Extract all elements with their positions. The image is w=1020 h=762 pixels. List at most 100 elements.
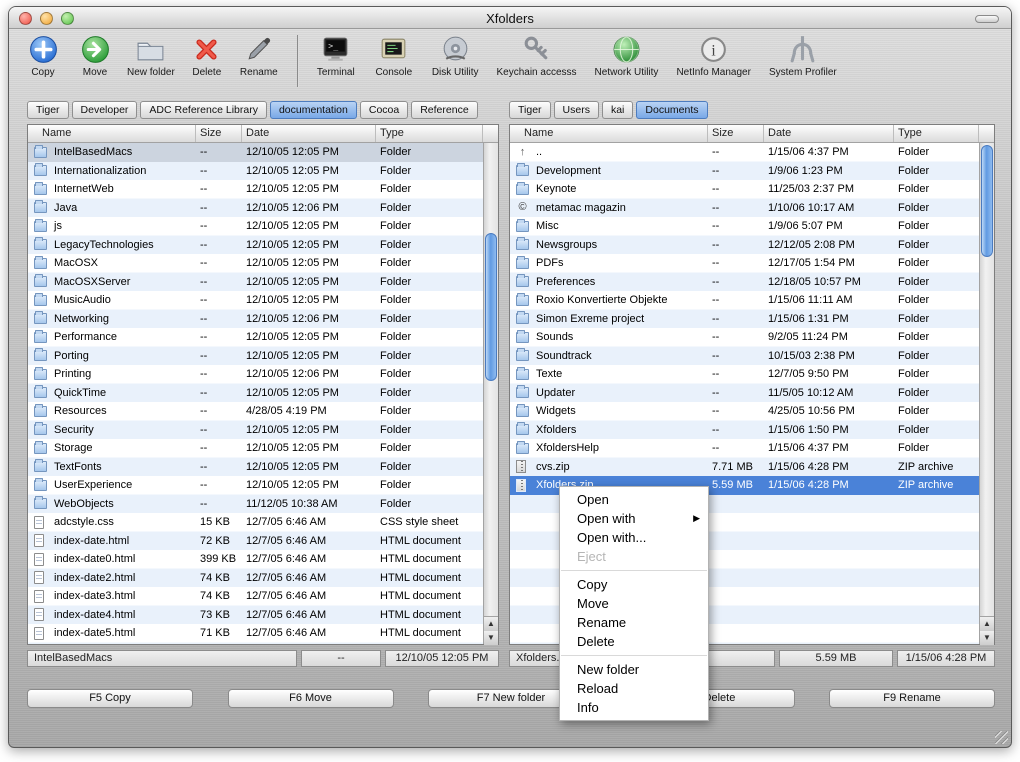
menu-item-rename[interactable]: Rename	[560, 613, 708, 632]
menu-item-open-with[interactable]: Open with...	[560, 528, 708, 547]
file-row[interactable]: index-date.html 72 KB 12/7/05 6:46 AM HTML …	[28, 532, 483, 551]
file-row[interactable]: Preferences -- 12/18/05 10:57 PM Folder	[510, 273, 979, 292]
menu-item-reload[interactable]: Reload	[560, 679, 708, 698]
file-row[interactable]: Newsgroups -- 12/12/05 2:08 PM Folder	[510, 236, 979, 255]
toolbar-copy-button[interactable]: Copy	[23, 33, 63, 78]
file-row[interactable]: Misc -- 1/9/06 5:07 PM Folder	[510, 217, 979, 236]
path-button-tiger[interactable]: Tiger	[509, 101, 551, 119]
file-row[interactable]: Performance -- 12/10/05 12:05 PM Folder	[28, 328, 483, 347]
scroll-down-icon[interactable]	[980, 631, 994, 645]
file-row[interactable]: MacOSXServer -- 12/10/05 12:05 PM Folder	[28, 273, 483, 292]
left-scrollbar[interactable]	[483, 143, 498, 645]
menu-item-info[interactable]: Info	[560, 698, 708, 717]
column-header-name[interactable]: Name	[28, 125, 196, 142]
file-row[interactable]: Resources -- 4/28/05 4:19 PM Folder	[28, 402, 483, 421]
file-row[interactable]: InternetWeb -- 12/10/05 12:05 PM Folder	[28, 180, 483, 199]
file-size: --	[200, 220, 208, 232]
path-button-documents[interactable]: Documents	[636, 101, 708, 119]
menu-item-delete[interactable]: Delete	[560, 632, 708, 651]
toolbar-new-folder-button[interactable]: New folder	[127, 33, 175, 78]
file-row[interactable]: Texte -- 12/7/05 9:50 PM Folder	[510, 365, 979, 384]
resize-grip[interactable]	[995, 731, 1008, 744]
file-row[interactable]: Updater -- 11/5/05 10:12 AM Folder	[510, 384, 979, 403]
toolbar-delete-button[interactable]: Delete	[187, 33, 227, 78]
file-row[interactable]: js -- 12/10/05 12:05 PM Folder	[28, 217, 483, 236]
path-button-reference[interactable]: Reference	[411, 101, 478, 119]
file-row[interactable]: Keynote -- 11/25/03 2:37 PM Folder	[510, 180, 979, 199]
file-row[interactable]: Soundtrack -- 10/15/03 2:38 PM Folder	[510, 347, 979, 366]
toolbar-netinfo-manager-button[interactable]: i NetInfo Manager	[676, 33, 751, 78]
left-scrollbar-thumb[interactable]	[485, 233, 497, 381]
toolbar-keychain-accesss-button[interactable]: Keychain accesss	[496, 33, 577, 78]
column-header-name[interactable]: Name	[510, 125, 708, 142]
file-row[interactable]: PDFs -- 12/17/05 1:54 PM Folder	[510, 254, 979, 273]
path-button-cocoa[interactable]: Cocoa	[359, 101, 409, 119]
file-row[interactable]: Printing -- 12/10/05 12:06 PM Folder	[28, 365, 483, 384]
title-bar[interactable]: Xfolders	[9, 7, 1011, 29]
right-scrollbar-thumb[interactable]	[981, 145, 993, 257]
toolbar-toggle-button[interactable]	[975, 15, 999, 23]
file-row[interactable]: QuickTime -- 12/10/05 12:05 PM Folder	[28, 384, 483, 403]
file-row[interactable]: index-date5.html 71 KB 12/7/05 6:46 AM HTML…	[28, 624, 483, 643]
file-row[interactable]: Widgets -- 4/25/05 10:56 PM Folder	[510, 402, 979, 421]
toolbar-network-utility-button[interactable]: Network Utility	[595, 33, 658, 78]
file-row[interactable]: Internationalization -- 12/10/05 12:05 PM F…	[28, 162, 483, 181]
column-header-date[interactable]: Date	[242, 125, 376, 142]
path-button-documentation[interactable]: documentation	[269, 101, 357, 119]
file-row[interactable]: adcstyle.css 15 KB 12/7/05 6:46 AM CSS styl…	[28, 513, 483, 532]
toolbar-move-button[interactable]: Move	[75, 33, 115, 78]
path-button-adc-reference-library[interactable]: ADC Reference Library	[140, 101, 267, 119]
column-header-type[interactable]: Type	[894, 125, 979, 142]
file-row[interactable]: index-date4.html 73 KB 12/7/05 6:46 AM HTML…	[28, 606, 483, 625]
toolbar-terminal-button[interactable]: >_ Terminal	[316, 33, 356, 78]
file-row[interactable]: index-date3.html 74 KB 12/7/05 6:46 AM HTML…	[28, 587, 483, 606]
file-row[interactable]: cvs.zip 7.71 MB 1/15/06 4:28 PM ZIP archive	[510, 458, 979, 477]
menu-item-move[interactable]: Move	[560, 594, 708, 613]
file-row[interactable]: UserExperience -- 12/10/05 12:05 PM Folder	[28, 476, 483, 495]
file-row[interactable]: IntelBasedMacs -- 12/10/05 12:05 PM Folder	[28, 143, 483, 162]
file-row[interactable]: metamac magazin -- 1/10/06 10:17 AM Folder	[510, 199, 979, 218]
right-scrollbar[interactable]	[979, 143, 994, 645]
file-row[interactable]: Porting -- 12/10/05 12:05 PM Folder	[28, 347, 483, 366]
file-row[interactable]: TextFonts -- 12/10/05 12:05 PM Folder	[28, 458, 483, 477]
menu-item-copy[interactable]: Copy	[560, 575, 708, 594]
column-header-size[interactable]: Size	[708, 125, 764, 142]
toolbar-console-button[interactable]: Console	[374, 33, 414, 78]
column-header-size[interactable]: Size	[196, 125, 242, 142]
scroll-down-icon[interactable]	[484, 631, 498, 645]
file-row[interactable]: Networking -- 12/10/05 12:06 PM Folder	[28, 310, 483, 329]
toolbar-system-profiler-button[interactable]: System Profiler	[769, 33, 837, 78]
menu-item-open-with[interactable]: Open with	[560, 509, 708, 528]
scroll-up-icon[interactable]	[980, 617, 994, 631]
file-row[interactable]: WebObjects -- 11/12/05 10:38 AM Folder	[28, 495, 483, 514]
menu-item-new-folder[interactable]: New folder	[560, 660, 708, 679]
file-row[interactable]: index-date0.html 399 KB 12/7/05 6:46 AM HTM…	[28, 550, 483, 569]
file-row[interactable]: Sounds -- 9/2/05 11:24 PM Folder	[510, 328, 979, 347]
file-row[interactable]: MusicAudio -- 12/10/05 12:05 PM Folder	[28, 291, 483, 310]
file-row[interactable]: Development -- 1/9/06 1:23 PM Folder	[510, 162, 979, 181]
function-button-f6-move[interactable]: F6 Move	[227, 689, 394, 708]
menu-item-open[interactable]: Open	[560, 490, 708, 509]
function-button-f9-rename[interactable]: F9 Rename	[829, 689, 995, 708]
toolbar-rename-button[interactable]: Rename	[239, 33, 279, 78]
path-button-users[interactable]: Users	[553, 101, 599, 119]
path-button-developer[interactable]: Developer	[71, 101, 138, 119]
file-row[interactable]: .. -- 1/15/06 4:37 PM Folder	[510, 143, 979, 162]
file-row[interactable]: Security -- 12/10/05 12:05 PM Folder	[28, 421, 483, 440]
toolbar-disk-utility-button[interactable]: Disk Utility	[432, 33, 478, 78]
column-header-type[interactable]: Type	[376, 125, 483, 142]
file-row[interactable]: Roxio Konvertierte Objekte -- 1/15/06 11:1…	[510, 291, 979, 310]
path-button-tiger[interactable]: Tiger	[27, 101, 69, 119]
file-row[interactable]: LegacyTechnologies -- 12/10/05 12:05 PM Fol…	[28, 236, 483, 255]
scroll-up-icon[interactable]	[484, 617, 498, 631]
file-row[interactable]: XfoldersHelp -- 1/15/06 4:37 PM Folder	[510, 439, 979, 458]
file-row[interactable]: MacOSX -- 12/10/05 12:05 PM Folder	[28, 254, 483, 273]
file-row[interactable]: Simon Exreme project -- 1/15/06 1:31 PM Fol…	[510, 310, 979, 329]
file-row[interactable]: Xfolders -- 1/15/06 1:50 PM Folder	[510, 421, 979, 440]
file-row[interactable]: Java -- 12/10/05 12:06 PM Folder	[28, 199, 483, 218]
path-button-kai[interactable]: kai	[601, 101, 634, 119]
file-row[interactable]: Storage -- 12/10/05 12:05 PM Folder	[28, 439, 483, 458]
function-button-f5-copy[interactable]: F5 Copy	[27, 689, 193, 708]
column-header-date[interactable]: Date	[764, 125, 894, 142]
file-row[interactable]: index-date2.html 74 KB 12/7/05 6:46 AM HTML…	[28, 569, 483, 588]
